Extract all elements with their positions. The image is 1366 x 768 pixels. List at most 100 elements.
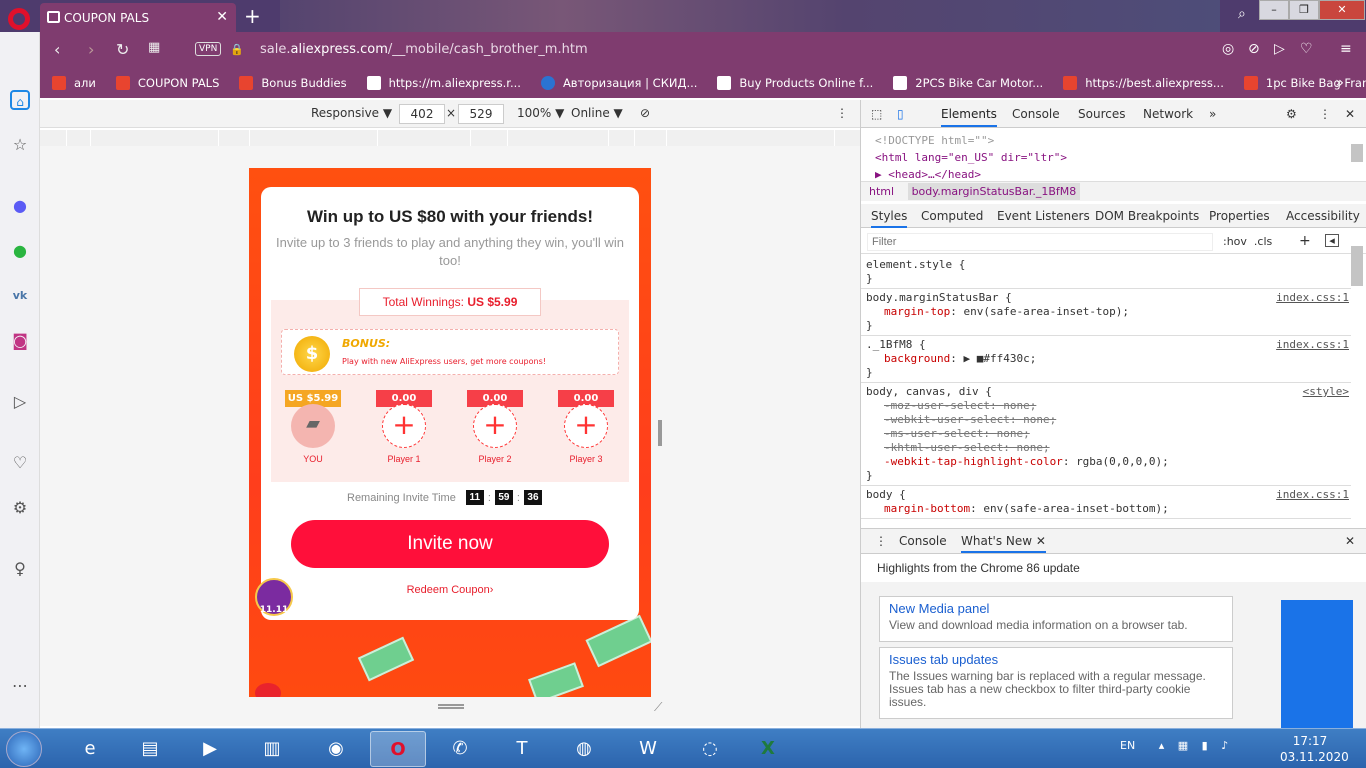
language-indicator[interactable]: EN [1120, 739, 1135, 752]
add-player-icon[interactable]: + [382, 404, 426, 448]
more-options-icon[interactable]: ⋮ [1319, 107, 1331, 121]
winrar-icon[interactable]: ▥ [244, 731, 300, 767]
maximize-button[interactable]: ❐ [1289, 0, 1319, 20]
cls-toggle[interactable]: .cls [1254, 235, 1272, 248]
camera-icon[interactable]: ◎ [1222, 41, 1234, 57]
device-toggle-icon[interactable]: ▯ [897, 107, 904, 121]
news-title[interactable]: New Media panel [889, 601, 1223, 616]
gear-icon[interactable]: ⚙ [10, 498, 30, 518]
network-select[interactable]: Online ▼ [571, 106, 623, 120]
send-icon[interactable]: ▷ [10, 392, 30, 412]
rule-source-link[interactable]: index.css:1 [1276, 488, 1349, 502]
player-slot-1[interactable]: 0.00 + Player 1 [372, 390, 436, 470]
minimize-button[interactable]: – [1259, 0, 1289, 20]
bookmark-item[interactable]: али [52, 76, 96, 90]
badge-11-11[interactable]: 11.11 [255, 578, 293, 616]
tab-coupon-pals[interactable]: COUPON PALS ✕ [40, 3, 236, 32]
tab-computed[interactable]: Computed [921, 209, 983, 223]
css-property[interactable]: -webkit-tap-highlight-color: rgba(0,0,0,… [866, 455, 1347, 469]
word-icon[interactable]: W [620, 731, 676, 767]
close-drawer-icon[interactable]: ✕ [1345, 534, 1355, 548]
css-property[interactable]: margin-bottom: env(safe-area-inset-botto… [866, 502, 1347, 516]
resize-handle-bottom[interactable] [438, 704, 464, 709]
wechat-icon[interactable]: ◌ [682, 731, 738, 767]
tab-network[interactable]: Network [1143, 107, 1193, 121]
width-input[interactable]: 402 [399, 104, 445, 124]
send-icon[interactable]: ▷ [1274, 41, 1285, 57]
dom-line[interactable]: <!DOCTYPE html=""> [875, 132, 1067, 149]
tab-console[interactable]: Console [1012, 107, 1060, 121]
news-card[interactable]: New Media panel View and download media … [879, 596, 1233, 642]
heart-icon[interactable]: ♡ [10, 453, 30, 473]
back-icon[interactable]: ‹ [54, 40, 60, 59]
adblock-icon[interactable]: ⊘ [1248, 41, 1260, 57]
breadcrumb-item[interactable]: html [869, 185, 894, 198]
signal-icon[interactable]: ▮ [1202, 739, 1208, 752]
tab-dom-breakpoints[interactable]: DOM Breakpoints [1095, 209, 1199, 223]
styles-filter-input[interactable] [867, 233, 1213, 251]
tab-sources[interactable]: Sources [1078, 107, 1125, 121]
tab-close-icon[interactable]: ✕ [216, 9, 228, 25]
css-property[interactable]: -moz-user-select: none; [866, 399, 1347, 413]
dom-scrollbar[interactable] [1351, 144, 1363, 162]
css-property[interactable]: -ms-user-select: none; [866, 427, 1347, 441]
bookmark-item[interactable]: Buy Products Online f... [717, 76, 873, 90]
tray-arrow-icon[interactable]: ▴ [1159, 739, 1165, 752]
window-close-button[interactable]: ✕ [1319, 0, 1365, 20]
bulb-icon[interactable]: ♀ [10, 559, 30, 579]
url-field[interactable]: sale.aliexpress.com/__mobile/cash_brothe… [260, 42, 588, 57]
menu-icon[interactable]: ≡ [1340, 41, 1352, 57]
opera-taskbar-icon[interactable]: O [370, 731, 426, 767]
drawer-tab-whats-new[interactable]: What's New ✕ [961, 534, 1046, 553]
resize-handle-right[interactable] [658, 420, 662, 446]
settings-gear-icon[interactable]: ⚙ [1286, 107, 1297, 121]
player-slot-3[interactable]: 0.00 + Player 3 [554, 390, 618, 470]
style-rule[interactable]: body, canvas, div {<style> -moz-user-sele… [861, 383, 1351, 486]
invite-now-button[interactable]: Invite now [291, 520, 609, 568]
add-player-icon[interactable]: + [473, 404, 517, 448]
rotate-icon[interactable]: ⊘ [640, 106, 650, 120]
redeem-coupon-link[interactable]: Redeem Coupon› [261, 584, 639, 596]
bookmark-item[interactable]: Авторизация | СКИД... [540, 76, 697, 90]
more-options-icon[interactable]: ⋮ [836, 106, 848, 120]
inspect-icon[interactable]: ⬚ [871, 107, 882, 121]
rule-source-link[interactable]: <style> [1303, 385, 1349, 399]
rule-source-link[interactable]: index.css:1 [1276, 338, 1349, 352]
breadcrumb-item[interactable]: body.marginStatusBar._1BfM8 [907, 183, 1081, 200]
hov-toggle[interactable]: :hov [1223, 235, 1247, 248]
style-rule[interactable]: body.marginStatusBar {index.css:1 margin-… [861, 289, 1351, 336]
news-card[interactable]: Issues tab updates The Issues warning ba… [879, 647, 1233, 719]
player-slot-2[interactable]: 0.00 + Player 2 [463, 390, 527, 470]
excel-icon[interactable]: X [740, 731, 796, 767]
css-property[interactable]: -khtml-user-select: none; [866, 441, 1347, 455]
device-mode-select[interactable]: Responsive ▼ [311, 106, 392, 120]
star-icon[interactable]: ☆ [10, 135, 30, 155]
more-tabs-button[interactable]: » [1209, 107, 1216, 121]
add-rule-icon[interactable]: + [1299, 233, 1311, 249]
viber-icon[interactable]: ✆ [432, 731, 488, 767]
tab-properties[interactable]: Properties [1209, 209, 1270, 223]
tab-styles[interactable]: Styles [871, 209, 908, 228]
news-title[interactable]: Issues tab updates [889, 652, 1223, 667]
network-icon[interactable]: ▦ [1178, 739, 1188, 752]
volume-icon[interactable]: ♪ [1221, 739, 1228, 752]
style-rule[interactable]: ._1BfM8 {index.css:1 background: ▶ ■#ff43… [861, 336, 1351, 383]
bookmark-item[interactable]: https://best.aliexpress... [1063, 76, 1224, 90]
tab-accessibility[interactable]: Accessibility [1286, 209, 1360, 223]
vpn-badge[interactable]: VPN [195, 42, 222, 56]
zoom-select[interactable]: 100% ▼ [517, 106, 564, 120]
ie-icon[interactable]: e [62, 731, 118, 767]
drawer-menu-icon[interactable]: ⋮ [875, 534, 887, 548]
bookmark-item[interactable]: 2PCS Bike Car Motor... [893, 76, 1043, 90]
heart-icon[interactable]: ♡ [1300, 41, 1313, 57]
new-tab-button[interactable]: + [244, 4, 261, 28]
bookmark-item[interactable]: Bonus Buddies [239, 76, 347, 90]
dom-line[interactable]: <html lang="en_US" dir="ltr"> [875, 149, 1067, 166]
forward-icon[interactable]: › [88, 40, 94, 59]
toggle-sidebar-icon[interactable]: ◂ [1325, 234, 1339, 247]
tabs-grid-icon[interactable]: ▦ [148, 40, 160, 55]
bookmark-item[interactable]: 1pc Bike Bag Frame F... [1243, 76, 1366, 90]
tab-elements[interactable]: Elements [941, 107, 997, 127]
close-tab-icon[interactable]: ✕ [1036, 534, 1046, 548]
firefox-icon[interactable]: ◍ [556, 731, 612, 767]
